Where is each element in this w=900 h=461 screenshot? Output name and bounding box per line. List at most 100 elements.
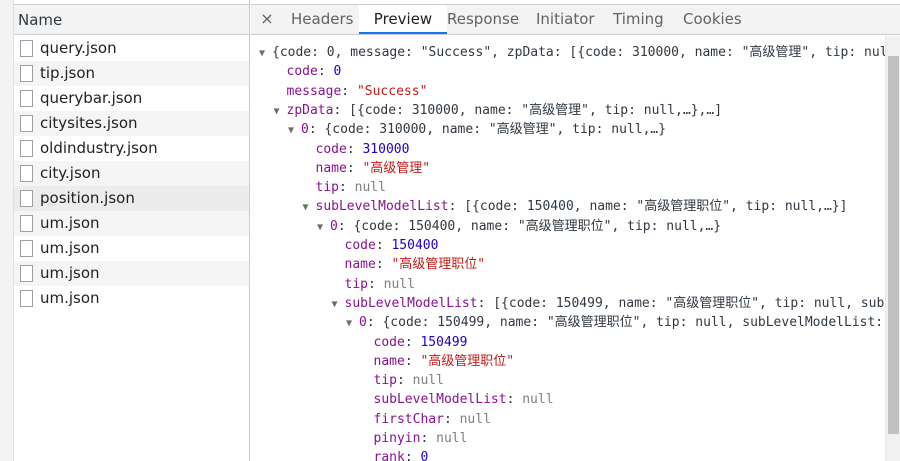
close-icon[interactable]: × xyxy=(259,9,275,28)
request-name: querybar.json xyxy=(40,89,143,107)
tree-row: name: "高级管理" xyxy=(316,159,431,178)
tree-key: firstChar xyxy=(373,411,444,427)
tree-key: subLevelModelList xyxy=(373,392,507,408)
file-icon xyxy=(20,40,33,57)
tree-row: message: "Success" xyxy=(287,82,428,101)
tree-value: null xyxy=(354,180,386,196)
request-row[interactable]: tip.json xyxy=(14,61,249,86)
tree-value: "高级管理职位" xyxy=(391,257,486,273)
key-separator: : xyxy=(420,431,437,446)
expand-triangle-icon[interactable]: ▼ xyxy=(259,44,272,63)
tree-key: code xyxy=(286,64,318,80)
expand-triangle-icon[interactable]: ▼ xyxy=(303,198,316,217)
request-row[interactable]: city.json xyxy=(14,161,249,186)
tree-row: tip: null xyxy=(374,371,444,390)
key-separator: : xyxy=(443,411,460,427)
key-separator: : xyxy=(448,199,465,215)
tree-row[interactable]: ▼ subLevelModelList: [{code: 150499, name… xyxy=(332,294,886,313)
tree-row: subLevelModelList: null xyxy=(374,390,554,409)
tree-row: tip: null xyxy=(345,275,415,294)
request-name: oldindustry.json xyxy=(40,139,158,157)
request-name: um.json xyxy=(40,264,100,282)
key-separator: : xyxy=(366,315,383,331)
request-row[interactable]: oldindustry.json xyxy=(14,136,249,161)
key-separator: : xyxy=(341,83,357,99)
key-separator: : xyxy=(404,450,421,461)
key-separator: : xyxy=(337,218,354,234)
name-column-header[interactable]: Name xyxy=(0,4,249,35)
tab-cookies[interactable]: Cookies xyxy=(683,5,742,34)
expand-triangle-icon[interactable]: ▼ xyxy=(346,314,359,333)
request-name: position.json xyxy=(40,189,135,207)
request-row[interactable]: um.json xyxy=(14,261,249,286)
tree-row[interactable]: ▼ 0: {code: 150499, name: "高级管理职位", tip: … xyxy=(346,313,885,332)
tree-row: name: "高级管理职位" xyxy=(345,255,486,274)
expand-triangle-icon[interactable]: ▼ xyxy=(317,218,330,237)
tree-key: 0 xyxy=(359,315,367,331)
request-name: um.json xyxy=(40,214,100,232)
request-row[interactable]: citysites.json xyxy=(14,111,249,136)
vertical-scrollbar[interactable] xyxy=(885,36,900,461)
tree-value: null xyxy=(522,392,554,408)
tree-key: code xyxy=(373,334,405,350)
request-row[interactable]: um.json xyxy=(14,211,249,236)
tree-value: "Success" xyxy=(356,83,428,99)
tree-summary: {code: 0, message: "Success", zpData: [{… xyxy=(272,45,885,60)
key-separator: : xyxy=(308,122,325,138)
tree-key: tip xyxy=(344,276,368,292)
key-separator: : xyxy=(317,64,334,80)
tree-key: 0 xyxy=(301,122,309,138)
expand-triangle-icon[interactable]: ▼ xyxy=(332,295,345,314)
expand-triangle-icon[interactable]: ▼ xyxy=(274,102,287,121)
request-row[interactable]: querybar.json xyxy=(14,86,249,111)
request-row[interactable]: query.json xyxy=(14,36,249,61)
key-separator: : xyxy=(367,276,384,292)
tree-key: pinyin xyxy=(373,431,421,446)
tree-key: tip xyxy=(373,373,397,389)
file-icon xyxy=(20,265,33,282)
tree-key: message xyxy=(286,83,342,99)
tab-preview[interactable]: Preview xyxy=(359,5,447,34)
tree-row: code: 150400 xyxy=(345,236,439,255)
tree-value: 0 xyxy=(333,64,342,80)
tree-value: null xyxy=(459,411,491,427)
file-icon xyxy=(20,65,33,82)
tab-headers[interactable]: Headers xyxy=(291,5,353,34)
tree-row: code: 150499 xyxy=(374,333,468,352)
tree-row[interactable]: ▼ {code: 0, message: "Success", zpData: [… xyxy=(259,43,885,62)
key-separator: : xyxy=(375,257,392,273)
tree-summary: [{code: 150499, name: "高级管理职位", tip: nul… xyxy=(493,295,885,311)
request-row[interactable]: position.json xyxy=(14,186,249,211)
request-list-panel: Name query.json tip.json querybar.json city… xyxy=(0,0,250,461)
detail-tab-bar: × Headers Preview Response Initiator Timing C… xyxy=(251,4,900,35)
tree-value: null xyxy=(412,373,444,389)
file-icon xyxy=(20,140,33,157)
tab-initiator[interactable]: Initiator xyxy=(536,5,595,34)
tree-value: "高级管理职位" xyxy=(420,353,515,369)
tree-summary: [{code: 310000, name: "高级管理", tip: null,… xyxy=(349,102,723,118)
tree-summary: [{code: 150400, name: "高级管理职位", tip: nul… xyxy=(464,199,848,215)
tree-row[interactable]: ▼ zpData: [{code: 310000, name: "高级管理", t… xyxy=(274,101,723,120)
scrollbar-thumb[interactable] xyxy=(888,56,899,434)
tree-row[interactable]: ▼ subLevelModelList: [{code: 150400, name… xyxy=(303,197,848,216)
request-row[interactable]: um.json xyxy=(14,236,249,261)
request-name: city.json xyxy=(40,164,101,182)
tree-key: rank xyxy=(373,450,405,461)
tab-timing[interactable]: Timing xyxy=(613,5,664,34)
request-name: um.json xyxy=(40,239,100,257)
file-icon xyxy=(20,115,33,132)
tree-key: code xyxy=(344,238,376,253)
tab-response[interactable]: Response xyxy=(447,5,519,34)
expand-triangle-icon[interactable]: ▼ xyxy=(288,121,301,140)
tree-summary: {code: 150400, name: "高级管理职位", tip: null… xyxy=(353,218,722,234)
tree-row[interactable]: ▼ 0: {code: 150400, name: "高级管理职位", tip: … xyxy=(317,217,721,236)
tree-value: "高级管理" xyxy=(362,160,431,176)
tree-key: 0 xyxy=(330,218,338,234)
key-separator: : xyxy=(396,373,413,389)
request-row[interactable]: um.json xyxy=(14,286,249,311)
tree-row[interactable]: ▼ 0: {code: 310000, name: "高级管理", tip: nu… xyxy=(288,120,666,139)
request-name: citysites.json xyxy=(40,114,138,132)
key-separator: : xyxy=(404,334,421,350)
key-separator: : xyxy=(333,102,350,118)
tree-row: code: 0 xyxy=(287,62,342,81)
